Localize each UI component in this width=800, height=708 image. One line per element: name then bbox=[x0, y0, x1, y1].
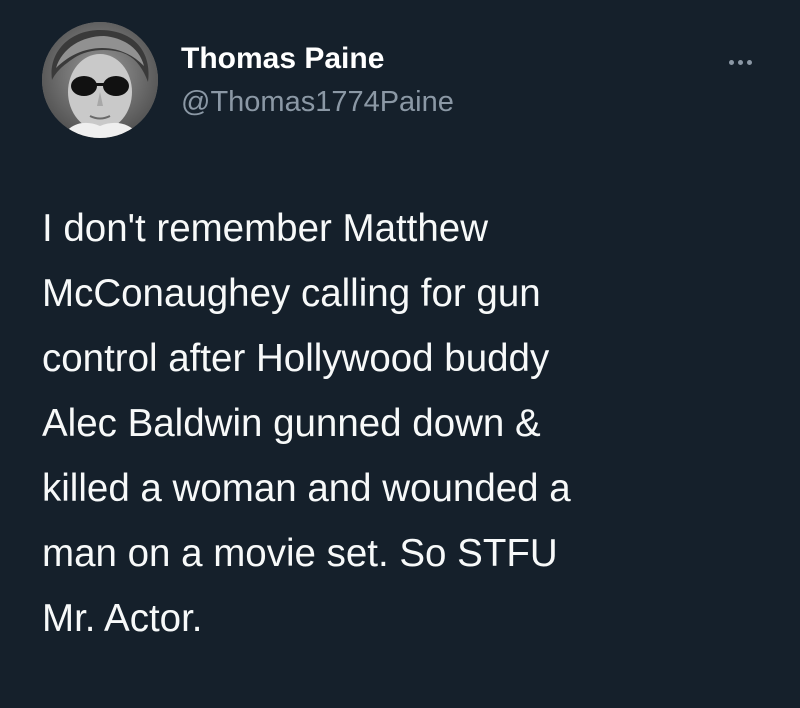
more-options-icon bbox=[737, 59, 743, 65]
more-options-icon bbox=[728, 59, 734, 65]
tweet-text-line: killed a woman and wounded a bbox=[42, 467, 571, 510]
tweet-text-line: control after Hollywood buddy bbox=[42, 337, 550, 380]
tweet-text-line: I don't remember Matthew bbox=[42, 207, 489, 250]
tweet-text-line: Mr. Actor. bbox=[42, 597, 203, 640]
avatar[interactable] bbox=[42, 22, 158, 138]
author-display-name[interactable]: Thomas Paine bbox=[181, 41, 384, 77]
avatar-image bbox=[42, 22, 158, 138]
tweet-text-line: Alec Baldwin gunned down & bbox=[42, 402, 541, 445]
more-options-icon bbox=[746, 59, 752, 65]
more-options-button[interactable] bbox=[718, 46, 762, 78]
tweet-text: I don't remember Matthew McConaughey cal… bbox=[42, 196, 772, 651]
tweet-text-line: man on a movie set. So STFU bbox=[42, 532, 558, 575]
tweet-text-line: McConaughey calling for gun bbox=[42, 272, 541, 315]
tweet-card: Thomas Paine @Thomas1774Paine I don't re… bbox=[0, 0, 800, 708]
author-handle[interactable]: @Thomas1774Paine bbox=[181, 84, 454, 120]
